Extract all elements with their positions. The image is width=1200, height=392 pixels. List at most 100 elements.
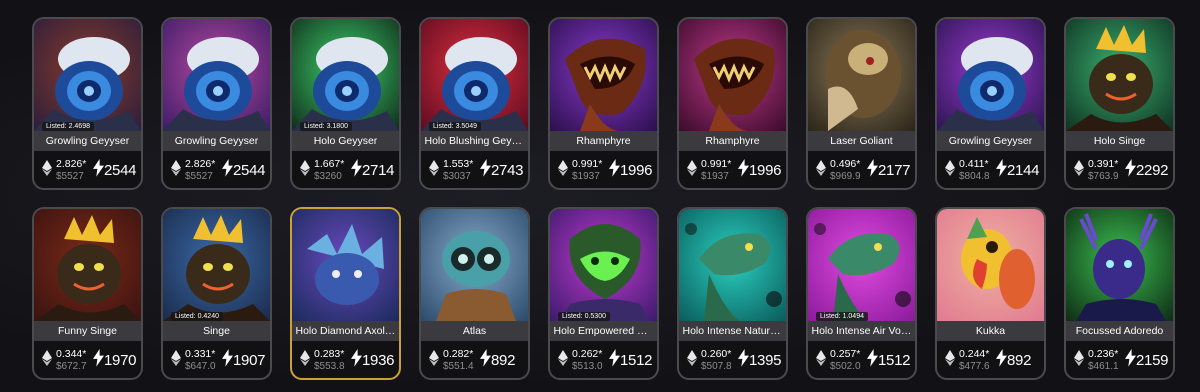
card-name: Holo Geyyser	[313, 135, 378, 147]
card-name: Growling Geyyser	[174, 135, 259, 147]
card-name-bar: Laser Goliant	[808, 131, 915, 151]
listed-price-badge: Listed: 3.5049	[429, 122, 481, 131]
nft-card[interactable]: Funny Singe 0.344* $672.7 1970	[32, 207, 143, 380]
nft-card[interactable]: Listed: 1.0494 Holo Intense Air Vortex 0.2…	[806, 207, 917, 380]
eth-price: 0.331*	[185, 349, 216, 361]
power-value: 1970	[104, 352, 137, 369]
nft-card[interactable]: Listed: 3.1800 Holo Geyyser 1.667* $3260 271…	[290, 17, 401, 190]
nft-card[interactable]: Listed: 0.5300 Holo Empowered Wanderer 0.2…	[548, 207, 659, 380]
eth-price: 0.257*	[830, 349, 861, 361]
eth-price: 0.244*	[959, 349, 990, 361]
usd-price: $1937	[572, 170, 600, 182]
price-stack: 0.244* $477.6	[959, 349, 995, 372]
nft-card[interactable]: Kukka 0.244* $477.6 892	[935, 207, 1046, 380]
lightning-bolt-icon	[93, 349, 104, 372]
card-name: Funny Singe	[58, 325, 117, 337]
card-artwork-image	[550, 209, 657, 321]
nft-card[interactable]: Focussed Adoredo 0.236* $461.1 2159	[1064, 207, 1175, 380]
ethereum-icon	[300, 350, 310, 371]
usd-price: $969.9	[830, 170, 861, 182]
card-artwork-image	[163, 209, 270, 321]
ethereum-icon	[42, 350, 52, 371]
nft-card[interactable]: Growling Geyyser 0.411* $804.8 2144	[935, 17, 1046, 190]
card-name-bar: Growling Geyyser	[937, 131, 1044, 151]
price-stack: 0.283* $553.8	[314, 349, 350, 372]
card-artwork-image	[937, 209, 1044, 321]
card-artwork-image	[679, 209, 786, 321]
card-grid: Listed: 2.4698 Growling Geyyser 2.826* $552…	[32, 17, 1175, 380]
price-row: 0.262* $513.0 1512	[550, 343, 657, 378]
card-name: Atlas	[462, 325, 487, 337]
ethereum-icon	[945, 160, 955, 181]
nft-card[interactable]: Listed: 2.4698 Growling Geyyser 2.826* $552…	[32, 17, 143, 190]
nft-card[interactable]: Laser Goliant 0.496* $969.9 2177	[806, 17, 917, 190]
power-value: 892	[1007, 352, 1032, 369]
card-artwork-image	[34, 19, 141, 131]
usd-price: $502.0	[830, 360, 861, 372]
ethereum-icon	[1074, 160, 1084, 181]
nft-card[interactable]: Growling Geyyser 2.826* $5527 2544	[161, 17, 272, 190]
price-stack: 0.236* $461.1	[1088, 349, 1124, 372]
eth-price: 0.991*	[572, 159, 603, 171]
eth-price: 1.667*	[314, 159, 345, 171]
card-name: Rhamphyre	[705, 135, 760, 147]
ethereum-icon	[687, 350, 697, 371]
card-name: Holo Blushing Geyyser	[424, 135, 525, 147]
usd-price: $551.4	[443, 360, 474, 372]
power-value: 2292	[1136, 162, 1169, 179]
usd-price: $1937	[701, 170, 729, 182]
lightning-bolt-icon	[867, 159, 878, 182]
ethereum-icon	[171, 160, 181, 181]
price-row: 2.826* $5527 2544	[163, 153, 270, 188]
power-value: 2544	[104, 162, 137, 179]
lightning-bolt-icon	[738, 349, 749, 372]
nft-card[interactable]: Listed: 3.5049 Holo Blushing Geyyser 1.553…	[419, 17, 530, 190]
listed-price-badge: Listed: 1.0494	[816, 312, 868, 321]
ethereum-icon	[816, 350, 826, 371]
ethereum-icon	[300, 160, 310, 181]
power-value: 1512	[620, 352, 653, 369]
card-artwork-image	[550, 19, 657, 131]
nft-card[interactable]: Holo Intense Nature Lizard 0.260*$507.8 13…	[677, 207, 788, 380]
ethereum-icon	[171, 350, 181, 371]
card-name: Holo Intense Air Vortex	[811, 325, 912, 337]
lightning-bolt-icon	[480, 159, 491, 182]
nft-card[interactable]: Holo Singe 0.391* $763.9 2292	[1064, 17, 1175, 190]
nft-card[interactable]: Listed: 0.4240 Singe 0.331* $647.0 1907	[161, 207, 272, 380]
lightning-bolt-icon	[93, 159, 104, 182]
usd-price: $461.1	[1088, 360, 1119, 372]
card-artwork-image	[679, 19, 786, 131]
listed-price-badge: Listed: 2.4698	[42, 122, 94, 131]
price-row: 0.236* $461.1 2159	[1066, 343, 1173, 378]
power-value: 1996	[749, 162, 782, 179]
card-name-bar: Holo Empowered Wanderer	[550, 321, 657, 341]
card-name-bar: Atlas	[421, 321, 528, 341]
card-name-bar: Kukka	[937, 321, 1044, 341]
nft-card[interactable]: Holo Diamond Axolotl 0.283* $553.8 1936	[290, 207, 401, 380]
power-value: 1907	[233, 352, 266, 369]
nft-card[interactable]: Rhamphyre 0.991* $1937 1996	[677, 17, 788, 190]
nft-card[interactable]: Atlas 0.282* $551.4 892	[419, 207, 530, 380]
price-stack: 0.282* $551.4	[443, 349, 479, 372]
price-row: 0.257* $502.0 1512	[808, 343, 915, 378]
eth-price: 0.411*	[959, 159, 989, 171]
card-name-bar: Holo Geyyser	[292, 131, 399, 151]
card-name: Laser Goliant	[830, 135, 893, 147]
power-value: 2159	[1136, 352, 1169, 369]
card-artwork-image	[292, 209, 399, 321]
card-name-bar: Funny Singe	[34, 321, 141, 341]
power-value: 2743	[491, 162, 524, 179]
eth-price: 2.826*	[185, 159, 216, 171]
eth-price: 0.344*	[56, 349, 87, 361]
card-artwork-image	[292, 19, 399, 131]
lightning-bolt-icon	[351, 159, 362, 182]
card-name-bar: Holo Diamond Axolotl	[292, 321, 399, 341]
price-stack: 0.260* $507.8	[701, 349, 737, 372]
ethereum-icon	[558, 160, 568, 181]
card-name: Holo Diamond Axolotl	[295, 325, 396, 337]
power-value: 2144	[1007, 162, 1040, 179]
eth-price: 0.262*	[572, 349, 603, 361]
nft-card[interactable]: Rhamphyre 0.991* $1937 1996	[548, 17, 659, 190]
power-value: 1996	[620, 162, 653, 179]
card-name: Kukka	[975, 325, 1006, 337]
